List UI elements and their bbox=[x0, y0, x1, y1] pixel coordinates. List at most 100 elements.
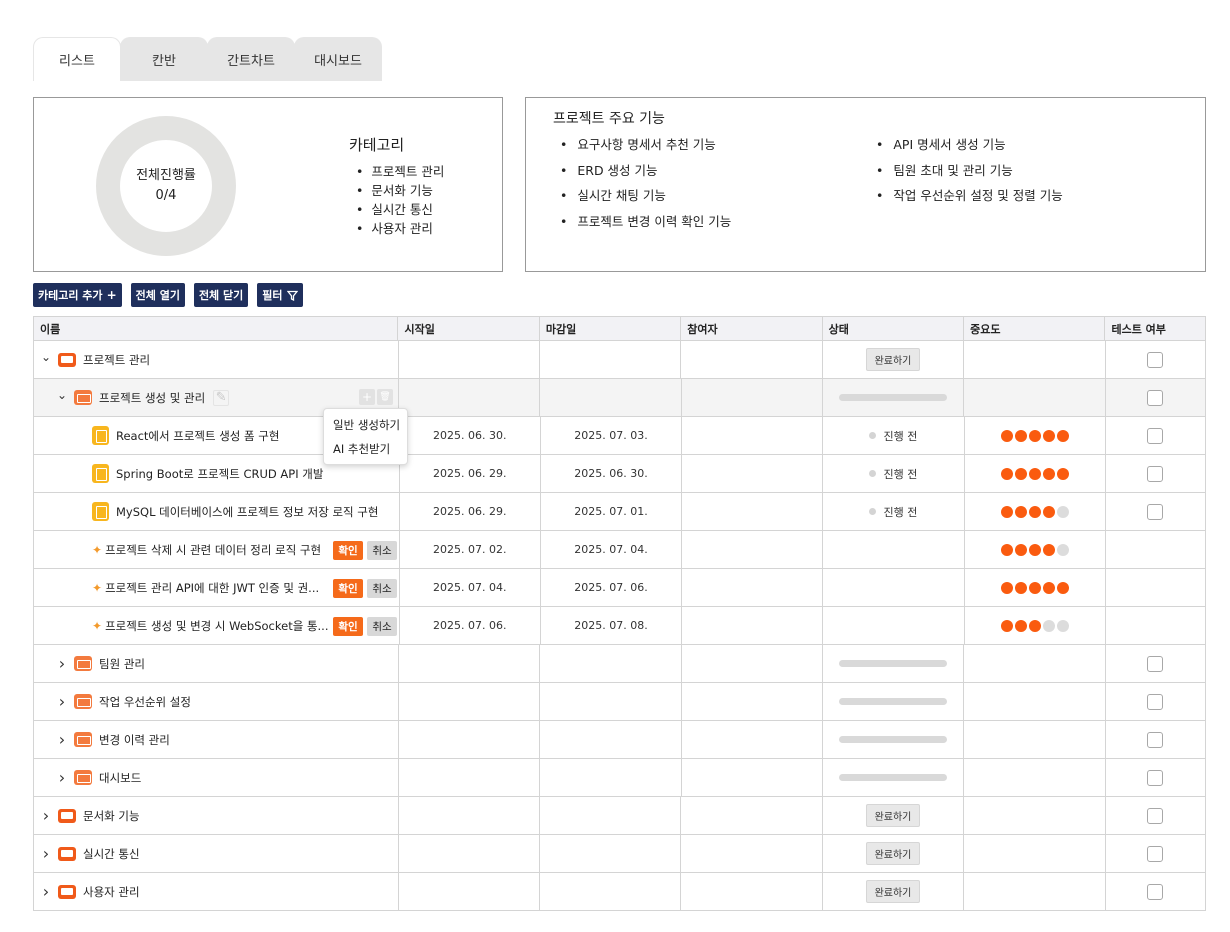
edit-icon[interactable]: ✎ bbox=[213, 389, 230, 406]
header-importance[interactable]: 중요도 bbox=[964, 317, 1106, 340]
complete-button[interactable]: 완료하기 bbox=[865, 842, 921, 865]
header-status[interactable]: 상태 bbox=[823, 317, 965, 340]
importance-dot-icon bbox=[1000, 505, 1013, 518]
start-date bbox=[399, 873, 541, 910]
start-date: 2025. 06. 30. bbox=[400, 417, 541, 454]
table-row: ✦ 프로젝트 삭제 시 관련 데이터 정리 로직 구현 확인 취소 2025. 07. … bbox=[33, 531, 1207, 569]
features-list-left: 요구사항 명세서 추천 기능 ERD 생성 기능 실시간 채팅 기능 프로젝트 … bbox=[560, 132, 731, 234]
table-row: › 실시간 통신 완료하기 bbox=[33, 835, 1206, 873]
add-category-button[interactable]: 카테고리 추가 + bbox=[33, 283, 122, 307]
importance-cell bbox=[965, 607, 1106, 644]
chevron-right-icon[interactable]: › bbox=[56, 730, 68, 749]
row-name: 프로젝트 관리 bbox=[83, 352, 151, 367]
chevron-right-icon[interactable]: › bbox=[40, 882, 52, 901]
importance-rating[interactable] bbox=[1000, 429, 1069, 442]
test-checkbox[interactable] bbox=[1147, 655, 1164, 672]
participants-cell bbox=[682, 455, 824, 492]
test-checkbox[interactable] bbox=[1147, 693, 1164, 710]
complete-button[interactable]: 완료하기 bbox=[865, 804, 921, 827]
row-name: 프로젝트 생성 및 변경 시 WebSocket을 통... bbox=[105, 618, 329, 633]
category-item: 실시간 통신 bbox=[356, 200, 444, 219]
participants-cell bbox=[682, 531, 824, 568]
end-date bbox=[540, 759, 682, 796]
confirm-button[interactable]: 확인 bbox=[333, 579, 363, 598]
add-task-icon[interactable]: + bbox=[359, 389, 376, 405]
progress-bar bbox=[839, 660, 948, 667]
status-cell: 진행 전 bbox=[823, 493, 965, 530]
test-checkbox[interactable] bbox=[1147, 845, 1164, 862]
importance-rating[interactable] bbox=[1000, 505, 1069, 518]
header-test[interactable]: 테스트 여부 bbox=[1105, 317, 1206, 340]
test-checkbox[interactable] bbox=[1147, 883, 1164, 900]
end-date bbox=[540, 645, 682, 682]
test-checkbox[interactable] bbox=[1147, 351, 1164, 368]
chevron-right-icon[interactable]: › bbox=[40, 806, 52, 825]
trash-icon[interactable]: 🗑 bbox=[377, 389, 394, 405]
chevron-right-icon[interactable]: › bbox=[56, 768, 68, 787]
feature-item: API 명세서 생성 기능 bbox=[876, 132, 1063, 158]
complete-button[interactable]: 완료하기 bbox=[865, 880, 921, 903]
test-checkbox[interactable] bbox=[1147, 807, 1164, 824]
test-checkbox[interactable] bbox=[1147, 731, 1164, 748]
header-end[interactable]: 마감일 bbox=[540, 317, 682, 340]
chevron-down-icon[interactable]: ⌄ bbox=[40, 350, 52, 364]
header-name[interactable]: 이름 bbox=[33, 317, 399, 340]
close-all-button[interactable]: 전체 닫기 bbox=[193, 283, 249, 307]
participants-cell bbox=[681, 835, 823, 872]
tab-dashboard[interactable]: 대시보드 bbox=[294, 37, 382, 81]
chevron-down-icon[interactable]: ⌄ bbox=[56, 388, 68, 402]
start-date bbox=[399, 759, 541, 796]
test-checkbox[interactable] bbox=[1147, 769, 1164, 786]
test-checkbox[interactable] bbox=[1147, 389, 1164, 406]
importance-dot-icon bbox=[1028, 467, 1041, 480]
complete-button[interactable]: 완료하기 bbox=[865, 348, 921, 371]
menu-item-ai-recommend[interactable]: AI 추천받기 bbox=[324, 437, 407, 461]
header-participants[interactable]: 참여자 bbox=[681, 317, 823, 340]
table-row: ⌄ 프로젝트 관리 완료하기 bbox=[33, 341, 1206, 379]
tab-gantt[interactable]: 간트차트 bbox=[207, 37, 295, 81]
test-checkbox[interactable] bbox=[1147, 465, 1164, 482]
confirm-button[interactable]: 확인 bbox=[333, 617, 363, 636]
name-cell: › 팀원 관리 bbox=[33, 645, 400, 682]
open-all-button[interactable]: 전체 열기 bbox=[130, 283, 185, 307]
importance-cell bbox=[965, 493, 1106, 530]
importance-dot-icon bbox=[1042, 543, 1055, 556]
importance-rating[interactable] bbox=[1000, 543, 1069, 556]
filter-button[interactable]: 필터 bbox=[257, 283, 303, 307]
close-all-label: 전체 닫기 bbox=[198, 289, 244, 302]
tab-list[interactable]: 리스트 bbox=[33, 37, 121, 81]
tab-kanban[interactable]: 칸반 bbox=[120, 37, 208, 81]
importance-rating[interactable] bbox=[1000, 581, 1069, 594]
test-checkbox[interactable] bbox=[1147, 427, 1164, 444]
importance-dot-icon bbox=[1028, 619, 1041, 632]
status-dot-icon bbox=[869, 470, 877, 477]
importance-rating[interactable] bbox=[1000, 619, 1069, 632]
status-cell: 진행 전 bbox=[823, 417, 965, 454]
confirm-button[interactable]: 확인 bbox=[333, 541, 363, 560]
chevron-right-icon[interactable]: › bbox=[56, 654, 68, 673]
cancel-button[interactable]: 취소 bbox=[367, 617, 397, 636]
importance-dot-icon bbox=[1042, 505, 1055, 518]
chevron-right-icon[interactable]: › bbox=[40, 844, 52, 863]
chevron-right-icon[interactable]: › bbox=[56, 692, 68, 711]
end-date bbox=[540, 683, 682, 720]
test-cell bbox=[1106, 759, 1206, 796]
end-date: 2025. 07. 04. bbox=[541, 531, 683, 568]
end-date: 2025. 07. 03. bbox=[541, 417, 683, 454]
status-cell bbox=[823, 607, 965, 644]
importance-dot-icon bbox=[1056, 619, 1069, 632]
end-date bbox=[540, 721, 682, 758]
cancel-button[interactable]: 취소 bbox=[367, 579, 397, 598]
test-checkbox[interactable] bbox=[1147, 503, 1164, 520]
cancel-button[interactable]: 취소 bbox=[367, 541, 397, 560]
menu-item-normal-create[interactable]: 일반 생성하기 bbox=[324, 413, 407, 437]
header-start[interactable]: 시작일 bbox=[398, 317, 540, 340]
test-cell bbox=[1106, 797, 1206, 834]
laptop-icon bbox=[58, 352, 76, 367]
importance-rating[interactable] bbox=[1000, 467, 1069, 480]
table-row: › 사용자 관리 완료하기 bbox=[33, 873, 1206, 911]
importance-cell bbox=[965, 455, 1106, 492]
status-cell bbox=[823, 759, 965, 796]
progress-bar bbox=[839, 736, 948, 743]
row-name: 문서화 기능 bbox=[83, 808, 140, 823]
